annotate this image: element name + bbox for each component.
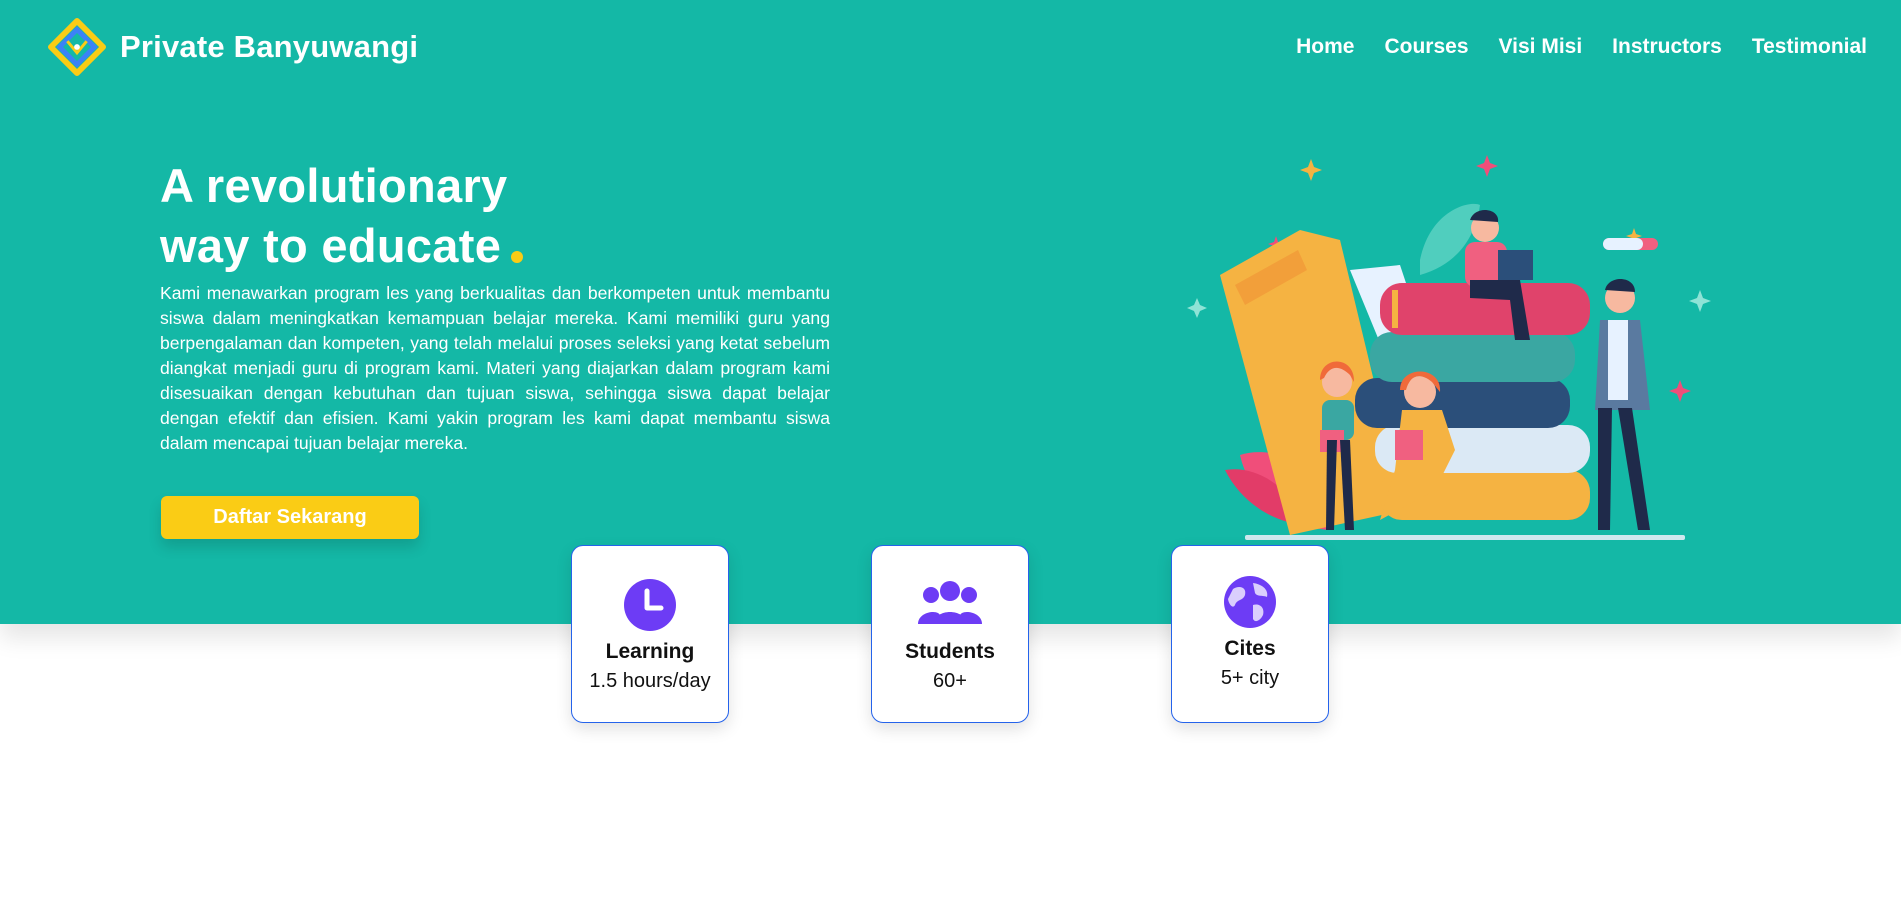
stat-value: 1.5 hours/day — [589, 670, 711, 692]
students-books-illustration — [1187, 155, 1711, 540]
brand-name: Private Banyuwangi — [120, 29, 419, 64]
stat-label: Learning — [605, 640, 695, 663]
diamond-logo-icon — [48, 18, 106, 76]
nav-home[interactable]: Home — [1296, 35, 1354, 59]
stat-card-students: Students 60+ — [871, 545, 1029, 723]
users-icon — [918, 581, 982, 624]
nav-instructors[interactable]: Instructors — [1612, 35, 1722, 59]
clock-icon — [624, 579, 676, 631]
nav-visi-misi[interactable]: Visi Misi — [1499, 35, 1583, 59]
stat-label: Cites — [1224, 637, 1276, 660]
accent-dot — [511, 251, 524, 263]
nav-testimonial[interactable]: Testimonial — [1752, 35, 1867, 59]
brand[interactable]: Private Banyuwangi — [48, 18, 418, 76]
nav-courses[interactable]: Courses — [1384, 35, 1468, 59]
headline-line-1: A revolutionary — [160, 159, 508, 212]
hero-headline: A revolutionary way to educate — [160, 156, 524, 276]
stat-value: 60+ — [933, 670, 967, 692]
globe-icon — [1224, 576, 1276, 628]
stat-card-learning: Learning 1.5 hours/day — [571, 545, 729, 723]
stat-card-cities: Cites 5+ city — [1171, 545, 1329, 723]
main-nav: Home Courses Visi Misi Instructors Testi… — [1296, 35, 1867, 59]
stat-value: 5+ city — [1220, 667, 1280, 689]
hero-description: Kami menawarkan program les yang berkual… — [160, 283, 830, 453]
hero-section: Private Banyuwangi Home Courses Visi Mis… — [0, 0, 1901, 624]
stat-label: Students — [905, 640, 995, 663]
register-button[interactable]: Daftar Sekarang — [161, 496, 419, 539]
headline-line-2: way to educate — [160, 219, 502, 272]
